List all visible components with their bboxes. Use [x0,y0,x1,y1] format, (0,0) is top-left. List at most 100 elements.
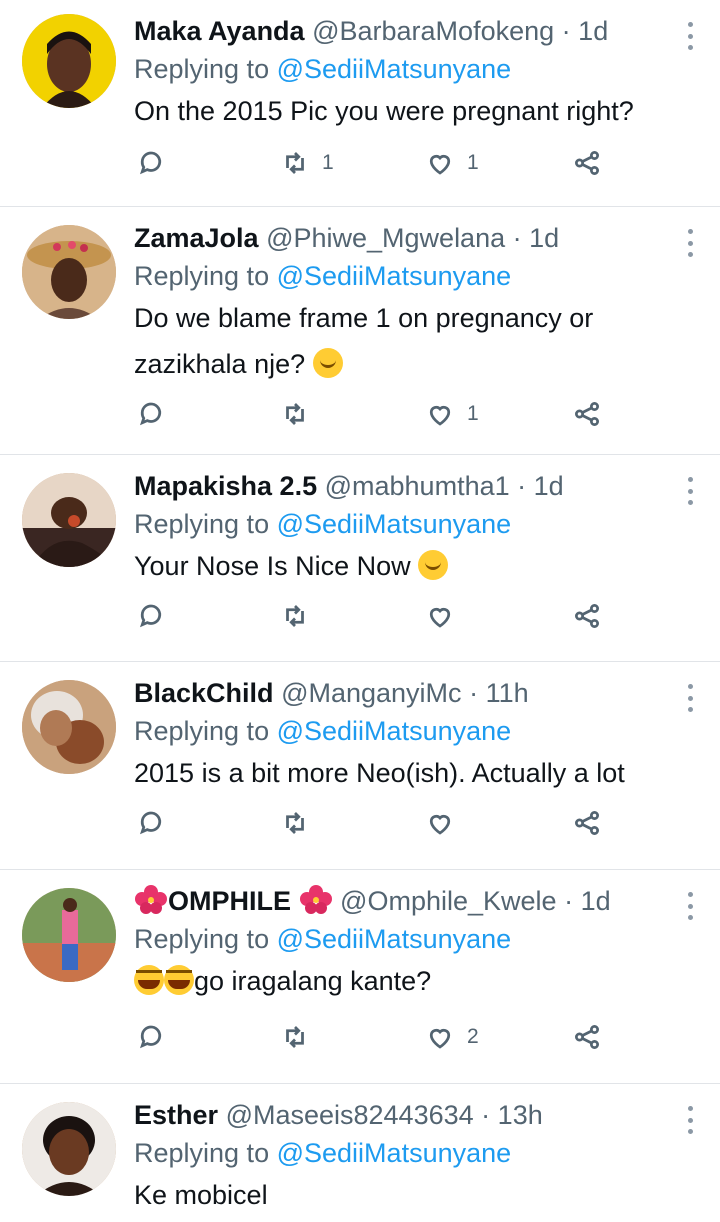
reply-icon [139,151,162,175]
share-icon [575,151,599,175]
user-handle[interactable]: @Maseeis82443634 [226,1100,474,1130]
retweet-button[interactable] [280,808,322,838]
mention-link[interactable]: @SediiMatsunyane [277,509,512,539]
like-button[interactable] [425,808,467,838]
like-button[interactable]: 1 [425,148,479,178]
tweet[interactable]: Mapakisha 2.5 @mabhumtha1 · 1d Replying … [0,455,720,662]
more-icon[interactable] [688,229,694,257]
timestamp[interactable]: 13h [498,1100,543,1130]
mention-link[interactable]: @SediiMatsunyane [277,261,512,291]
reply-feed: Maka Ayanda @BarbaraMofokeng · 1d Replyi… [0,0,720,1222]
avatar[interactable] [22,888,116,982]
tweet-text: go iragalang kante? [194,966,432,996]
hand-over-mouth-emoji [418,550,449,580]
retweet-button[interactable] [280,601,322,631]
replying-to: Replying to @SediiMatsunyane [134,261,512,291]
more-icon[interactable] [688,1106,694,1134]
reply-button[interactable] [136,601,166,631]
tears-of-joy-emoji [134,965,164,995]
retweet-button[interactable] [280,399,322,429]
like-icon [429,814,451,835]
reply-button[interactable] [136,148,166,178]
tweet[interactable]: ZamaJola @Phiwe_Mgwelana · 1d Replying t… [0,207,720,455]
tweet-text: On the 2015 Pic you were pregnant right? [134,96,634,126]
mention-link[interactable]: @SediiMatsunyane [277,54,512,84]
share-button[interactable] [572,808,602,838]
user-handle[interactable]: @ManganyiMc [281,678,461,708]
tweet[interactable]: BlackChild @ManganyiMc · 11h Replying to… [0,662,720,870]
timestamp[interactable]: 1d [578,16,608,46]
like-count: 2 [467,1025,479,1048]
user-handle[interactable]: @Phiwe_Mgwelana [266,223,505,253]
display-name[interactable]: Esther [134,1100,218,1130]
mention-link[interactable]: @SediiMatsunyane [277,1138,512,1168]
more-icon[interactable] [688,477,694,505]
retweet-icon [286,403,304,425]
tweet-text: Do we blame frame 1 on pregnancy or zazi… [134,303,594,379]
mention-link[interactable]: @SediiMatsunyane [277,716,512,746]
tweet-text: 2015 is a bit more Neo(ish). Actually a … [134,758,625,788]
user-handle[interactable]: @mabhumtha1 [325,471,510,501]
tweet-text: Ke mobicel [134,1180,268,1210]
like-button[interactable]: 2 [425,1022,479,1052]
avatar[interactable] [22,1102,116,1196]
retweet-button[interactable] [280,1022,322,1052]
like-count: 1 [467,151,479,174]
reply-button[interactable] [136,808,166,838]
like-icon [429,1028,451,1049]
display-name[interactable]: Maka Ayanda [134,16,305,46]
tweet[interactable]: OMPHILE @Omphile_Kwele · 1d Replying to … [0,870,720,1084]
share-icon [575,604,599,628]
reply-icon [139,811,162,835]
like-icon [429,405,451,426]
retweet-icon [286,605,304,627]
timestamp[interactable]: 1d [581,886,611,916]
avatar[interactable] [22,225,116,319]
share-button[interactable] [572,1022,602,1052]
avatar[interactable] [22,14,116,108]
display-name[interactable]: OMPHILE [168,886,291,916]
retweet-button[interactable]: 1 [280,148,334,178]
share-icon [575,811,599,835]
user-handle[interactable]: @BarbaraMofokeng [312,16,554,46]
tweet[interactable]: Maka Ayanda @BarbaraMofokeng · 1d Replyi… [0,0,720,207]
share-button[interactable] [572,601,602,631]
reply-button[interactable] [136,399,166,429]
like-icon [429,154,451,175]
like-button[interactable]: 1 [425,399,479,429]
share-button[interactable] [572,399,602,429]
reply-icon [139,1025,162,1049]
hibiscus-emoji [299,885,332,914]
hibiscus-emoji [135,885,167,914]
user-handle[interactable]: @Omphile_Kwele [340,886,557,916]
retweet-icon [286,152,304,174]
reply-icon [139,604,162,628]
retweet-icon [286,812,304,834]
like-button[interactable] [425,601,467,631]
tweet[interactable]: Esther @Maseeis82443634 · 13h Replying t… [0,1084,720,1222]
replying-to: Replying to @SediiMatsunyane [134,54,512,84]
replying-to: Replying to @SediiMatsunyane [134,716,512,746]
more-icon[interactable] [688,892,694,920]
avatar[interactable] [22,473,116,567]
display-name[interactable]: Mapakisha 2.5 [134,471,317,501]
more-icon[interactable] [688,684,694,712]
replying-to: Replying to @SediiMatsunyane [134,924,512,954]
tweet-text: Your Nose Is Nice Now [134,551,411,581]
replying-to: Replying to @SediiMatsunyane [134,1138,512,1168]
timestamp[interactable]: 1d [534,471,564,501]
timestamp[interactable]: 11h [486,678,529,708]
display-name[interactable]: ZamaJola [134,223,259,253]
like-count: 1 [467,402,479,425]
timestamp[interactable]: 1d [529,223,559,253]
display-name[interactable]: BlackChild [134,678,274,708]
share-button[interactable] [572,148,602,178]
tears-of-joy-emoji [164,965,194,995]
reply-button[interactable] [136,1022,166,1052]
mention-link[interactable]: @SediiMatsunyane [277,924,512,954]
hand-over-mouth-emoji [312,348,343,378]
retweet-icon [286,1026,304,1048]
more-icon[interactable] [688,22,694,50]
replying-to: Replying to @SediiMatsunyane [134,509,512,539]
avatar[interactable] [22,680,116,774]
